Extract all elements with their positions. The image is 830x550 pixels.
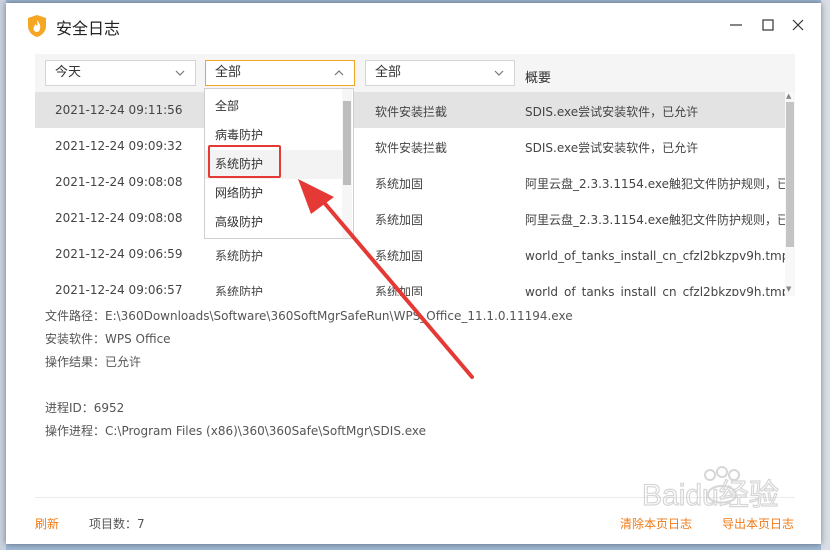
- red-arrow-annotation: [298, 179, 474, 379]
